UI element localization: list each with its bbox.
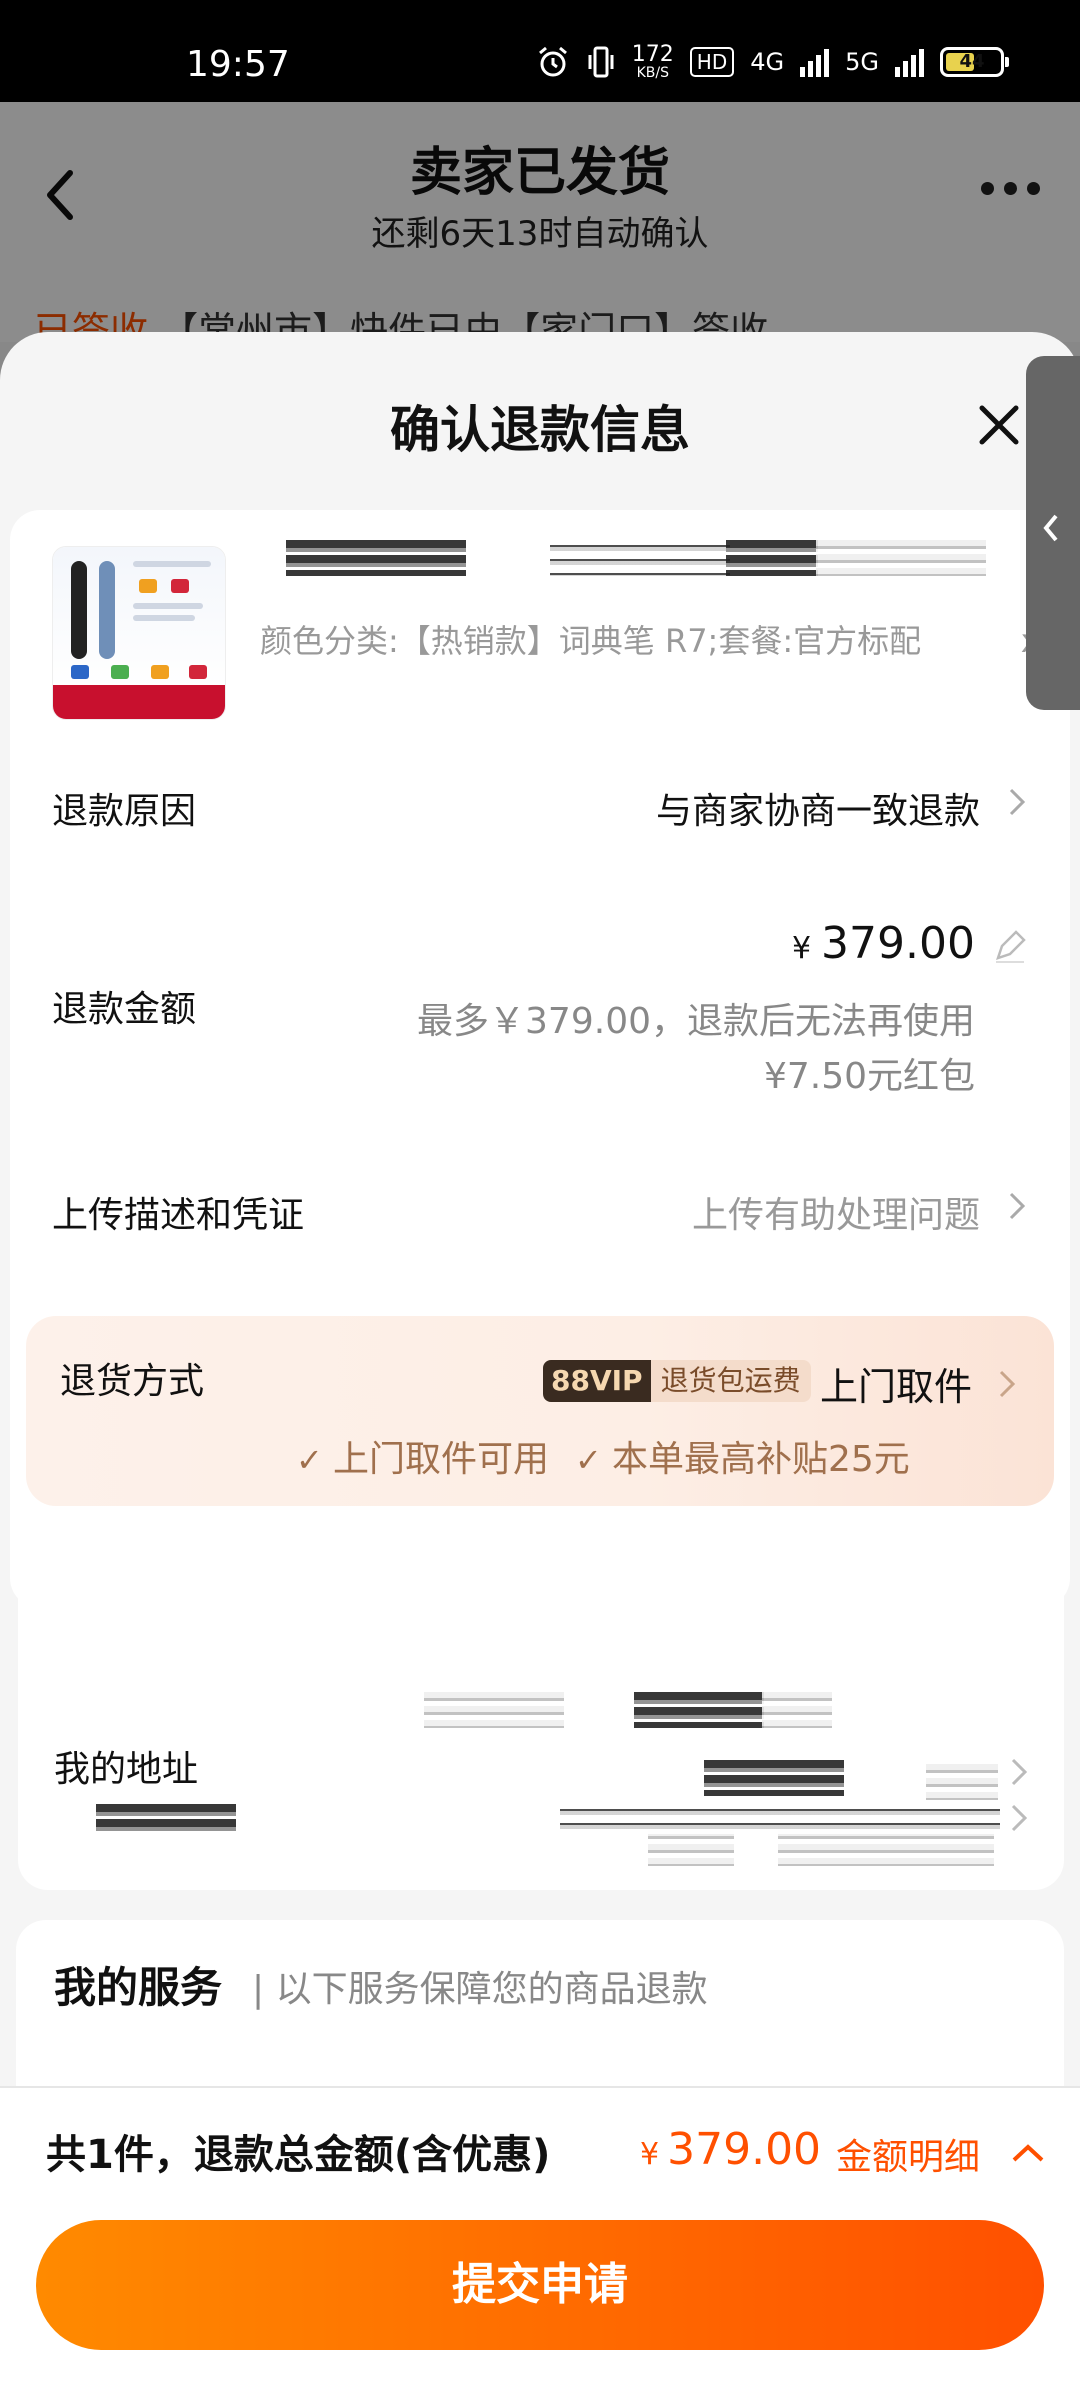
product-title-redacted [726,540,818,576]
address-redacted [704,1760,844,1796]
chevron-right-icon[interactable] [1006,1188,1028,1224]
side-drawer-tab[interactable] [1026,356,1080,710]
refund-reason-value[interactable]: 与商家协商一致退款 [656,782,980,834]
chevron-left-icon [1043,514,1058,542]
total-label: 共1件，退款总金额(含优惠) [46,2132,551,2178]
refund-amount-note: 最多￥379.00，退款后无法再使用¥7.50元红包 [417,1001,975,1097]
address-redacted [424,1692,564,1728]
address-redacted [634,1692,764,1728]
product-title-redacted [816,540,986,576]
chevron-up-icon[interactable] [1010,2142,1046,2164]
contact-redacted [96,1804,236,1834]
battery-icon: 44 [940,47,1009,77]
status-time: 19:57 [186,44,290,85]
sheet-title: 确认退款信息 [390,401,690,459]
chevron-right-icon[interactable] [1008,1754,1030,1790]
hd-badge: HD [689,47,735,77]
signal-icon-2 [895,47,924,77]
address-redacted [648,1830,734,1866]
return-method-tags: 上门取件可用 本单最高补贴25元 [296,1430,910,1482]
product-title-redacted [286,540,466,576]
refund-reason-label: 退款原因 [52,791,197,832]
return-method-label: 退货方式 [60,1361,205,1402]
return-method-value[interactable]: 上门取件 [820,1356,972,1411]
refund-amount-label: 退款金额 [52,989,197,1030]
upload-label: 上传描述和凭证 [52,1195,305,1236]
product-image [52,546,226,720]
return-tag: 上门取件可用 [296,1430,549,1482]
return-tag: 本单最高补贴25元 [575,1430,910,1482]
status-bar: 19:57 172 KB/S HD 4G 5G 44 [0,0,1080,102]
address-redacted [762,1692,832,1728]
network-speed: 172 KB/S [631,42,674,81]
chevron-right-icon[interactable] [1008,1800,1030,1836]
amount-detail-link[interactable]: 金额明细 [836,2128,980,2180]
address-redacted [778,1830,994,1866]
product-title-redacted [550,540,730,576]
address-redacted [926,1764,998,1800]
address-label: 我的地址 [54,1749,199,1790]
service-subtitle: | 以下服务保障您的商品退款 [252,1969,708,2010]
close-icon[interactable] [974,400,1024,450]
refund-amount-value[interactable]: ¥379.00 [792,918,975,969]
status-icons: 172 KB/S HD 4G 5G 44 [536,42,1009,81]
product-spec: 颜色分类:【热销款】词典笔 R7;套餐:官方标配 x1 [260,610,1060,672]
chevron-right-icon[interactable] [996,1366,1018,1402]
edit-icon[interactable] [990,926,1030,966]
chevron-right-icon[interactable] [1006,784,1028,820]
upload-placeholder[interactable]: 上传有助处理问题 [692,1186,980,1238]
bottom-bar: 共1件，退款总金额(含优惠) ¥379.00 金额明细 提交申请 [0,2086,1080,2400]
contact-redacted [560,1804,1000,1834]
service-title: 我的服务 [54,1963,223,2012]
vibrate-icon [588,46,614,78]
return-method-card[interactable]: 退货方式 88VIP 退货包运费 上门取件 上门取件可用 本单最高补贴25元 [26,1316,1054,1506]
vip-badge: 88VIP 退货包运费 [543,1360,811,1402]
network-type-5g: 5G [845,48,879,76]
alarm-icon [538,46,567,77]
total-amount: ¥379.00 [640,2124,822,2175]
signal-icon [800,47,830,77]
network-type-4g: 4G [750,48,785,76]
submit-button[interactable]: 提交申请 [36,2220,1044,2350]
